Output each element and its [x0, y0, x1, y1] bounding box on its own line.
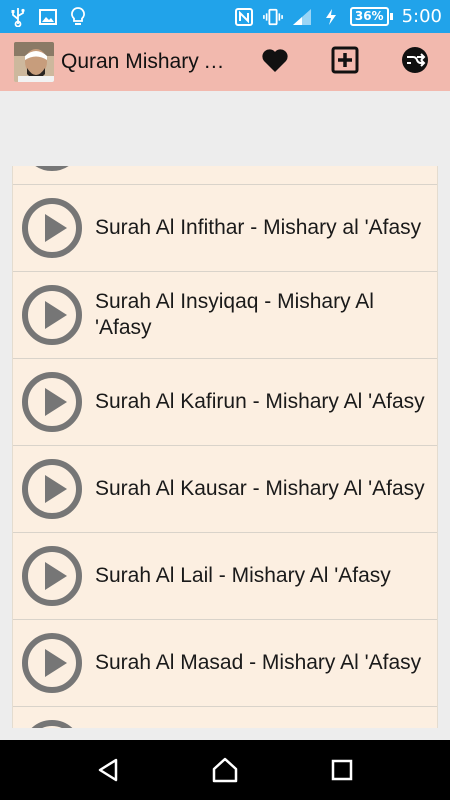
battery-icon: 36% — [349, 7, 393, 26]
list-item[interactable] — [13, 166, 437, 185]
signal-icon — [292, 7, 312, 27]
app-icon[interactable] — [14, 42, 54, 82]
list-item[interactable]: Surah Al Infithar - Mishary al 'Afasy — [13, 185, 437, 272]
item-title: Surah Al Infithar - Mishary al 'Afasy — [95, 216, 422, 239]
action-bar-actions — [240, 33, 450, 91]
item-title: Surah Al Kausar - Mishary Al 'Afasy — [95, 477, 425, 500]
status-bar: 36% 5:00 — [0, 0, 450, 33]
list-item[interactable]: Surah Al Masad - Mishary Al 'Afasy — [13, 620, 437, 707]
add-button[interactable] — [310, 33, 380, 91]
list-item[interactable] — [13, 707, 437, 728]
play-icon — [35, 166, 69, 171]
favorite-button[interactable] — [240, 33, 310, 91]
system-icons: 36% 5:00 — [234, 6, 442, 27]
play-icon — [22, 198, 82, 258]
home-icon — [212, 757, 238, 783]
navigation-bar — [0, 740, 450, 800]
item-title: Surah Al Insyiqaq - Mishary Al 'Afasy — [95, 290, 374, 339]
list-item[interactable]: Surah Al Kausar - Mishary Al 'Afasy — [13, 446, 437, 533]
surah-list[interactable]: Surah Al Infithar - Mishary al 'Afasy Su… — [12, 166, 438, 728]
item-title: Surah Al Masad - Mishary Al 'Afasy — [95, 651, 422, 674]
back-button[interactable] — [78, 740, 138, 800]
usb-icon — [8, 7, 28, 27]
item-title: Surah Al Kafirun - Mishary Al 'Afasy — [95, 390, 425, 413]
list-item[interactable]: Surah Al Insyiqaq - Mishary Al 'Afasy — [13, 272, 437, 359]
play-icon — [22, 633, 82, 693]
share-icon — [401, 46, 429, 78]
play-icon — [22, 546, 82, 606]
image-icon — [38, 7, 58, 27]
favorite-heart-icon — [261, 47, 289, 77]
play-icon — [22, 372, 82, 432]
recents-button[interactable] — [312, 740, 372, 800]
play-icon — [22, 285, 82, 345]
clock: 5:00 — [401, 6, 442, 27]
recents-icon — [331, 759, 352, 781]
charging-icon — [321, 7, 341, 27]
play-icon — [22, 459, 82, 519]
action-bar: Quran Mishary Al 'Afasy — [0, 33, 450, 91]
lightbulb-icon — [68, 6, 88, 27]
play-icon — [31, 720, 73, 728]
notification-icons — [8, 6, 88, 27]
home-button[interactable] — [195, 740, 255, 800]
item-title: Surah Al Lail - Mishary Al 'Afasy — [95, 564, 391, 587]
add-box-icon — [331, 46, 359, 78]
nfc-icon — [234, 7, 254, 27]
vibrate-icon — [262, 7, 283, 27]
back-icon — [99, 758, 118, 782]
share-button[interactable] — [380, 33, 450, 91]
battery-level: 36% — [349, 7, 389, 26]
app-title: Quran Mishary Al 'Afasy — [61, 50, 231, 73]
list-item[interactable]: Surah Al Kafirun - Mishary Al 'Afasy — [13, 359, 437, 446]
list-item[interactable]: Surah Al Lail - Mishary Al 'Afasy — [13, 533, 437, 620]
